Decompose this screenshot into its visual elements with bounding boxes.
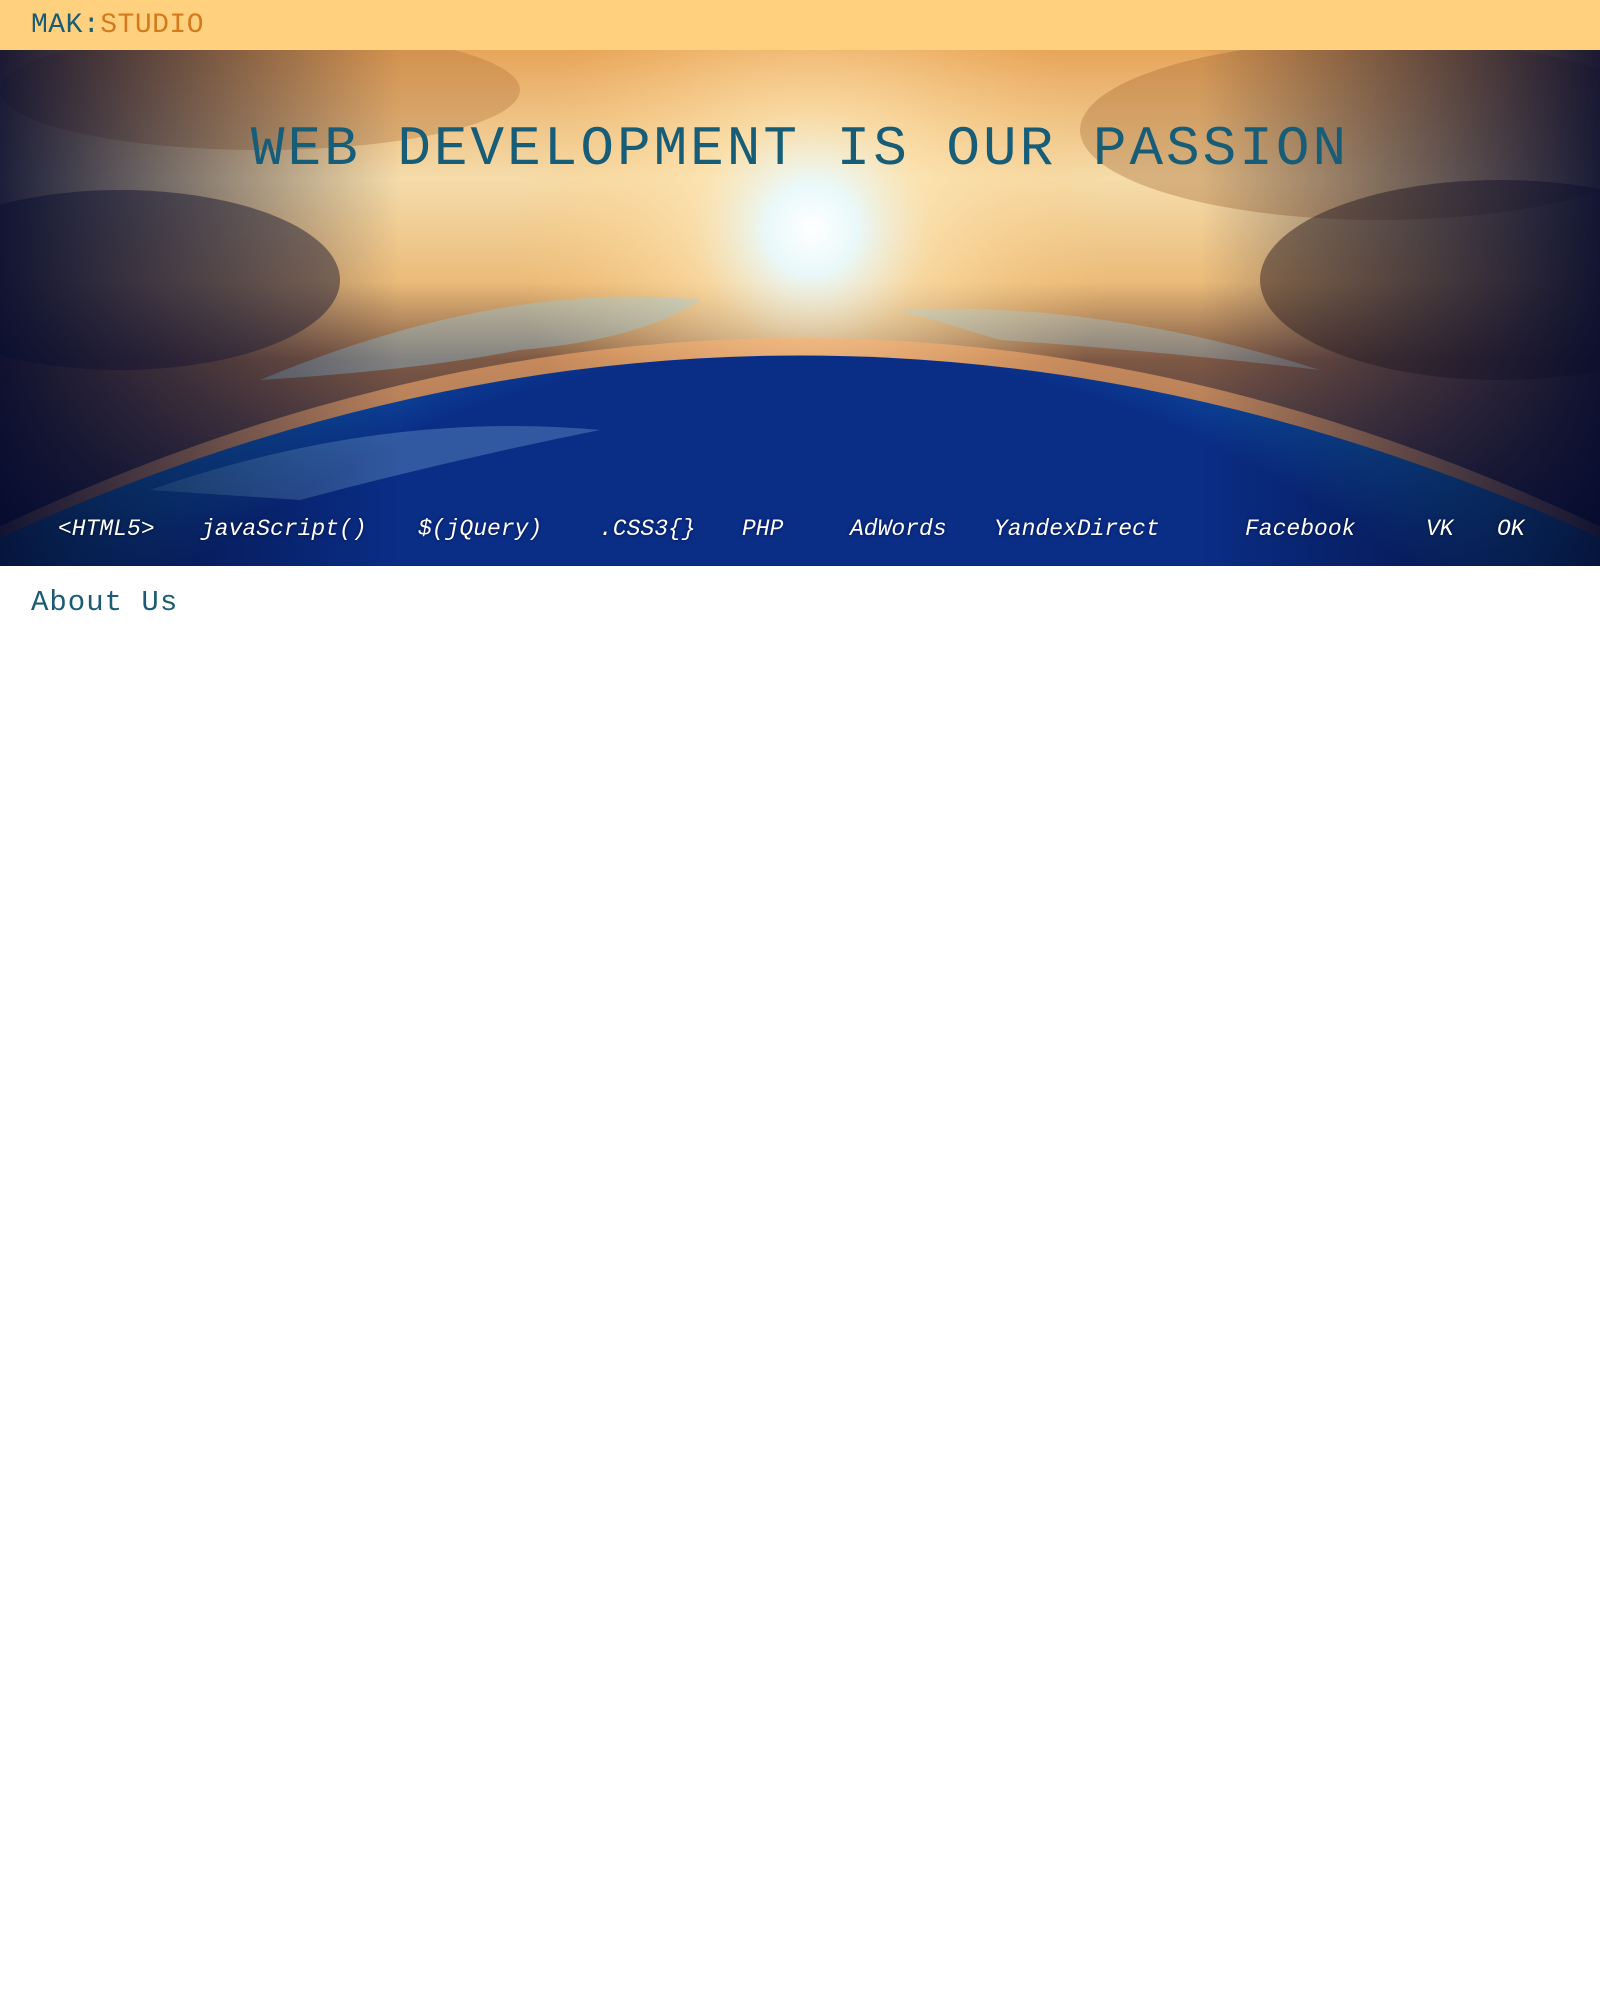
nav-link-javascript[interactable]: javaScript() [201,516,367,542]
logo-text-mak: MAK: [31,9,101,41]
about-us-heading: About Us [31,586,179,619]
nav-link-adwords[interactable]: AdWords [850,516,947,542]
nav-link-html5[interactable]: <HTML5> [58,516,155,542]
hero-banner: WEB DEVELOPMENT IS OUR PASSION <HTML5> j… [0,50,1600,566]
hero-headline: WEB DEVELOPMENT IS OUR PASSION [250,117,1350,181]
nav-link-jquery[interactable]: $(jQuery) [418,516,542,542]
logo-text-studio: STUDIO [100,9,205,41]
nav-link-yandexdirect[interactable]: YandexDirect [994,516,1160,542]
site-logo[interactable]: MAK:STUDIO [31,10,204,41]
tech-nav: <HTML5> javaScript() $(jQuery) .CSS3{} P… [0,516,1600,546]
top-bar: MAK:STUDIO [0,0,1600,50]
nav-link-php[interactable]: PHP [742,516,783,542]
nav-link-facebook[interactable]: Facebook [1245,516,1355,542]
nav-link-vk[interactable]: VK [1426,516,1454,542]
nav-link-css3[interactable]: .CSS3{} [599,516,696,542]
nav-link-ok[interactable]: OK [1497,516,1525,542]
